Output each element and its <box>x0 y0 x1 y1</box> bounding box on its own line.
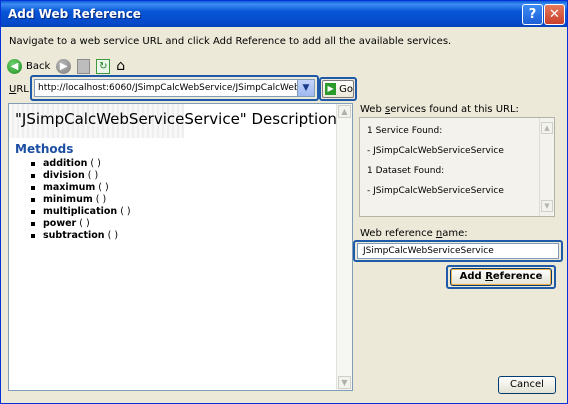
method-item[interactable]: power ( ) <box>31 218 131 230</box>
url-dropdown-button[interactable]: ▼ <box>297 80 314 96</box>
window-title: Add Web Reference <box>8 7 141 21</box>
services-found-label: Web services found at this URL: <box>360 104 519 115</box>
method-item[interactable]: addition ( ) <box>31 158 131 170</box>
title-bar: Add Web Reference ? ✕ <box>1 1 567 27</box>
methods-list: addition ( ) division ( ) maximum ( ) mi… <box>31 158 131 242</box>
home-icon[interactable]: ⌂ <box>116 59 125 73</box>
bullet-icon <box>31 221 35 226</box>
services-found-scrollbar[interactable]: ▲ ▼ <box>539 118 554 216</box>
description-scrollbar[interactable]: ▲ ▼ <box>336 104 352 390</box>
services-found-line: - JSimpCalcWebServiceService <box>367 146 504 156</box>
forward-button[interactable]: ▶ <box>56 58 72 74</box>
refresh-icon[interactable]: ↻ <box>96 58 111 74</box>
go-arrow-icon: ▶ <box>325 83 337 95</box>
forward-arrow-icon: ▶ <box>56 58 72 74</box>
services-found-line: 1 Service Found: <box>367 126 443 136</box>
services-found-line: - JSimpCalcWebServiceService <box>367 186 504 196</box>
go-label: Go <box>339 83 353 95</box>
bullet-icon <box>31 161 35 166</box>
bullet-icon <box>31 233 35 238</box>
back-label: Back <box>26 60 51 72</box>
bullet-icon <box>31 185 35 190</box>
url-label: URL: <box>9 84 33 95</box>
stop-icon[interactable] <box>77 58 91 74</box>
go-button[interactable]: ▶ Go <box>322 80 354 98</box>
method-item[interactable]: maximum ( ) <box>31 182 131 194</box>
navigation-toolbar: ◀ Back ▶ ↻ ⌂ <box>7 57 131 75</box>
bullet-icon <box>31 197 35 202</box>
method-item[interactable]: multiplication ( ) <box>31 206 131 218</box>
add-reference-button[interactable]: Add Reference <box>450 268 552 286</box>
back-arrow-icon: ◀ <box>7 58 22 74</box>
scroll-down-icon[interactable]: ▼ <box>541 200 553 212</box>
scroll-down-icon[interactable]: ▼ <box>338 376 351 389</box>
instruction-text: Navigate to a web service URL and click … <box>9 36 452 47</box>
services-found-list[interactable]: 1 Service Found: - JSimpCalcWebServiceSe… <box>359 117 555 217</box>
add-web-reference-dialog: Add Web Reference ? ✕ Navigate to a web … <box>0 0 568 404</box>
service-description-pane[interactable]: "JSimpCalcWebServiceService" Description… <box>8 103 353 391</box>
url-input[interactable]: http://localhost:6060/JSimpCalcWebServic… <box>34 79 315 97</box>
chevron-down-icon: ▼ <box>302 83 310 93</box>
service-description-title: "JSimpCalcWebServiceService" Description <box>15 110 337 128</box>
scroll-up-icon[interactable]: ▲ <box>541 122 553 134</box>
back-button[interactable]: ◀ Back <box>7 58 51 74</box>
web-reference-name-label: Web reference name: <box>360 228 468 239</box>
method-item[interactable]: division ( ) <box>31 170 131 182</box>
web-reference-name-input[interactable]: JSimpCalcWebServiceService <box>357 243 559 259</box>
cancel-button[interactable]: Cancel <box>498 376 556 394</box>
method-item[interactable]: subtraction ( ) <box>31 230 131 242</box>
scroll-up-icon[interactable]: ▲ <box>338 105 351 118</box>
services-found-line: 1 Dataset Found: <box>367 166 445 176</box>
methods-heading: Methods <box>15 142 74 156</box>
help-button[interactable]: ? <box>522 4 543 25</box>
method-item[interactable]: minimum ( ) <box>31 194 131 206</box>
bullet-icon <box>31 173 35 178</box>
bullet-icon <box>31 209 35 214</box>
close-button[interactable]: ✕ <box>544 4 565 25</box>
